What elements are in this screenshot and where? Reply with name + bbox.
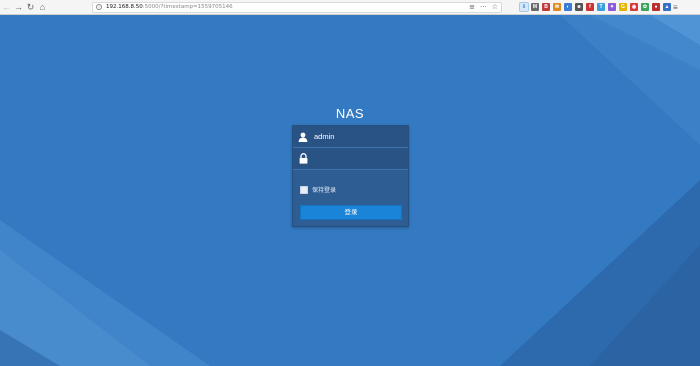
login-form: 保持登录 登录 [292, 125, 409, 227]
address-bar[interactable]: i 192.168.8.50:5000/?timestamp=155970514… [92, 1, 502, 13]
extension-icon[interactable]: f [586, 3, 594, 11]
extension-icon[interactable]: M [531, 3, 539, 11]
login-button[interactable]: 登录 [300, 205, 402, 220]
bookmark-star-icon[interactable]: ☆ [492, 3, 498, 11]
home-button[interactable]: ⌂ [37, 1, 48, 14]
menu-icon[interactable]: ≡ [673, 3, 678, 12]
login-page: NAS 保持登录 登录 [0, 15, 700, 366]
extension-icon[interactable]: ✦ [608, 3, 616, 11]
arrow-left-icon: ← [2, 1, 11, 12]
user-icon [293, 126, 313, 147]
remember-checkbox[interactable] [300, 185, 308, 194]
page-title: NAS [335, 106, 365, 121]
extension-icon[interactable]: ◐ [564, 3, 572, 11]
extension-icon[interactable]: ☻ [575, 3, 583, 11]
reader-view-icon[interactable]: ≡ [469, 3, 475, 11]
url-path: :5000/?timestamp=1559705146 [142, 4, 233, 10]
username-field-row [293, 126, 408, 147]
extension-icon[interactable]: ✉ [553, 3, 561, 11]
more-actions-icon[interactable]: ··· [480, 3, 487, 11]
extension-icon[interactable]: G [619, 3, 627, 11]
username-input[interactable] [314, 132, 404, 141]
extension-icon[interactable]: ● [652, 3, 660, 11]
password-field-row [293, 148, 408, 169]
home-icon: ⌂ [39, 1, 46, 12]
back-button[interactable]: ← [1, 1, 12, 14]
extension-icon[interactable]: ◉ [630, 3, 638, 11]
site-info-icon[interactable]: i [96, 4, 102, 10]
browser-toolbar: ← → ↻ ⌂ i 192.168.8.50:5000/?timestamp=1… [0, 0, 700, 15]
extension-icon[interactable]: B [542, 3, 550, 11]
reload-icon: ↻ [26, 1, 35, 12]
extension-bar: ⇩ M B ✉ ◐ ☻ f T ✦ G ◉ ✿ ● ▲ [519, 2, 671, 12]
divider [293, 169, 408, 170]
remember-me[interactable]: 保持登录 [300, 185, 336, 194]
forward-button[interactable]: → [13, 1, 24, 14]
extension-icon[interactable]: ✿ [641, 3, 649, 11]
arrow-right-icon: → [14, 1, 23, 12]
password-input[interactable] [314, 154, 404, 163]
address-actions: ≡ ··· ☆ [469, 3, 498, 11]
url-host: 192.168.8.50 [106, 4, 143, 10]
extension-icon[interactable]: ▲ [663, 3, 671, 11]
remember-label: 保持登录 [312, 188, 337, 194]
reload-button[interactable]: ↻ [25, 1, 36, 14]
extension-icon[interactable]: T [597, 3, 605, 11]
extension-icon[interactable]: ⇩ [519, 2, 529, 12]
lock-icon [293, 148, 313, 169]
